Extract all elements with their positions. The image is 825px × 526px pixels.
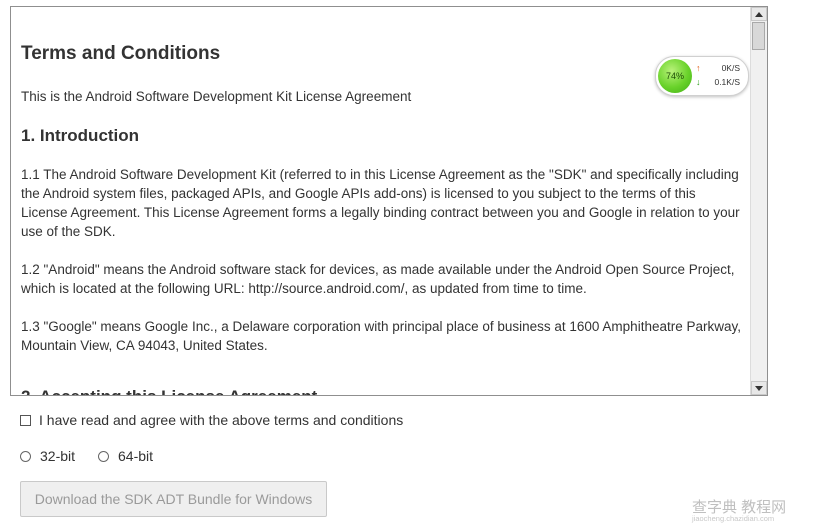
agree-label[interactable]: I have read and agree with the above ter… — [39, 412, 403, 428]
watermark: 查字典 教程网 jiaocheng.chazidian.com — [692, 496, 820, 524]
paragraph-1-2: 1.2 "Android" means the Android software… — [21, 262, 735, 296]
radio-64bit[interactable] — [98, 450, 109, 462]
download-speed-row: ↓ 0.1K/S — [696, 77, 744, 90]
download-speed: 0.1K/S — [714, 77, 740, 87]
download-sdk-button[interactable]: Download the SDK ADT Bundle for Windows — [20, 481, 327, 517]
network-speed-widget[interactable]: 74% ↑ 0K/S ↓ 0.1K/S — [655, 56, 749, 96]
scroll-thumb[interactable] — [752, 22, 765, 50]
section-2-title-partial: 2. Accepting this License Agreement — [21, 387, 317, 395]
license-title: Terms and Conditions — [21, 43, 221, 64]
scroll-down-button[interactable] — [751, 381, 767, 395]
radio-64bit-label[interactable]: 64-bit — [118, 448, 153, 464]
agree-row: I have read and agree with the above ter… — [20, 411, 403, 429]
agree-checkbox[interactable] — [20, 414, 31, 426]
watermark-sub: jiaocheng.chazidian.com — [692, 514, 775, 523]
section-introduction-title: 1. Introduction — [21, 126, 140, 145]
upload-speed: 0K/S — [721, 63, 740, 73]
radio-32bit-label[interactable]: 32-bit — [40, 448, 75, 464]
radio-32bit-row: 32-bit — [20, 447, 75, 465]
upload-speed-row: ↑ 0K/S — [696, 63, 744, 76]
radio-64bit-row: 64-bit — [98, 447, 153, 465]
paragraph-1-1: 1.1 The Android Software Development Kit… — [21, 167, 740, 239]
arrow-down-icon: ↓ — [696, 77, 701, 87]
scroll-down-arrow-icon — [755, 385, 763, 391]
scroll-up-arrow-icon — [755, 11, 763, 17]
license-scrollbar[interactable] — [750, 7, 767, 395]
scroll-up-button[interactable] — [751, 7, 767, 21]
memory-usage-circle: 74% — [658, 59, 692, 93]
memory-percent: 74% — [665, 71, 684, 81]
paragraph-1-3: 1.3 "Google" means Google Inc., a Delawa… — [21, 319, 741, 353]
license-intro: This is the Android Software Development… — [21, 89, 412, 104]
license-text-box[interactable]: Terms and Conditions This is the Android… — [10, 6, 768, 396]
arrow-up-icon: ↑ — [696, 63, 701, 73]
radio-32bit[interactable] — [20, 450, 31, 462]
